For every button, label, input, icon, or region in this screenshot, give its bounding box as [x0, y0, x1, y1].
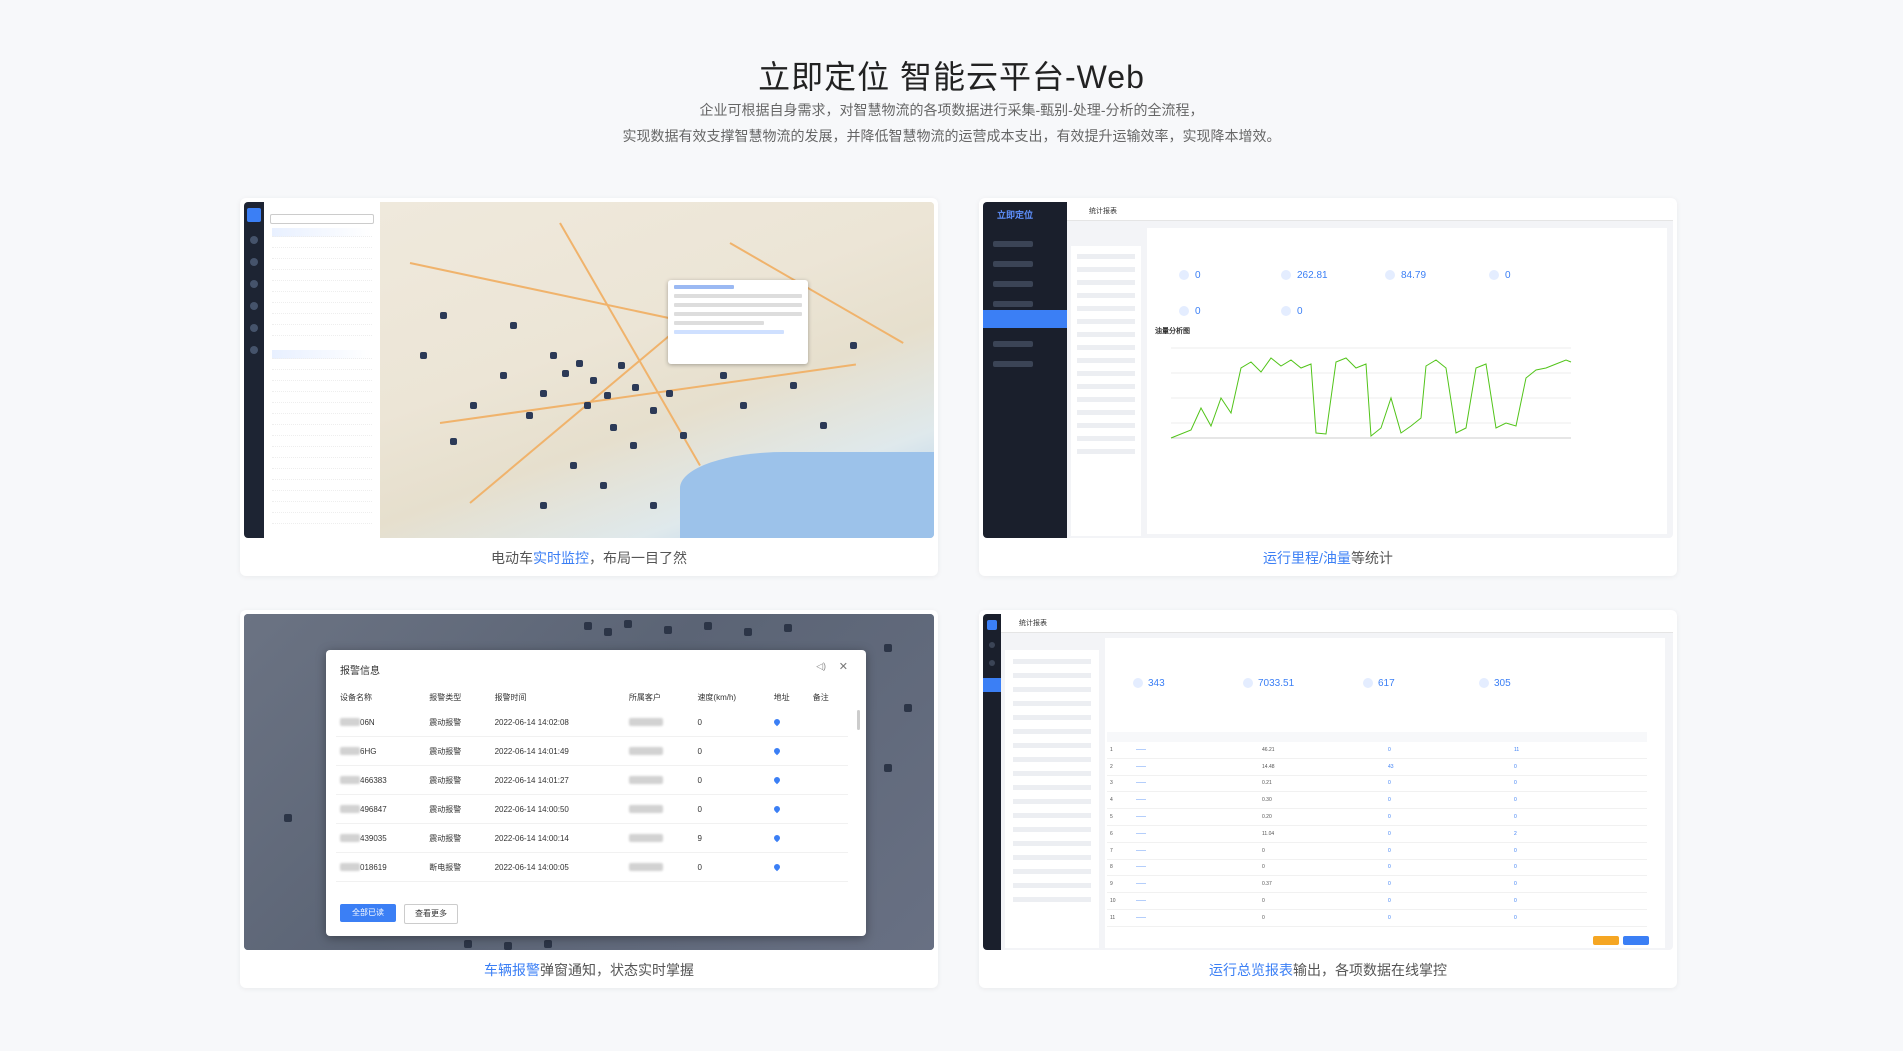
- card-caption: 电动车实时监控，布局一目了然: [491, 550, 687, 566]
- top-bar-title: 统计报表: [1019, 620, 1047, 627]
- location-pin-icon[interactable]: [772, 746, 781, 755]
- page-title: 立即定位 智能云平台-Web: [758, 59, 1145, 95]
- feature-card-overview-report[interactable]: 统计报表 343 7033.51 617 305 1 —— 46.21 0 11 2 ——…: [979, 610, 1677, 988]
- kpi-value: 617: [1363, 678, 1395, 689]
- table-row[interactable]: 5 —— 0.20 0 0: [1107, 808, 1647, 826]
- sidebar-item-active[interactable]: [983, 310, 1067, 328]
- table-row[interactable]: 6HG 震动报警 2022-06-14 14:01:49 0: [336, 736, 848, 766]
- sound-icon[interactable]: ◁): [816, 661, 826, 672]
- location-pin-icon[interactable]: [772, 862, 781, 871]
- location-pin-icon[interactable]: [772, 804, 781, 813]
- kpi-value: 0: [1179, 306, 1201, 317]
- mark-all-read-button[interactable]: 全部已读: [340, 904, 396, 922]
- app-logo-icon: [987, 620, 997, 630]
- kpi-value: 0: [1489, 270, 1511, 281]
- screenshot-alarm-popup: 报警信息 ◁) ✕ 设备名称 报警类型 报警时间 所属客户 速度(km/h) 地…: [244, 614, 934, 950]
- device-search-input: [270, 214, 374, 224]
- card-caption: 车辆报警弹窗通知，状态实时掌握: [484, 962, 694, 978]
- table-row[interactable]: 496847 震动报警 2022-06-14 14:00:50 0: [336, 794, 848, 824]
- column-header: 备注: [812, 692, 829, 702]
- table-row[interactable]: 4 —— 0.30 0 0: [1107, 791, 1647, 810]
- feature-card-realtime-monitor[interactable]: 电动车实时监控，布局一目了然: [240, 198, 938, 576]
- top-bar-title: 统计报表: [1089, 208, 1117, 215]
- kpi-value: 343: [1133, 678, 1165, 689]
- subtitle-line-2: 实现数据有效支撑智慧物流的发展，并降低智慧物流的运营成本支出，有效提升运输效率，…: [622, 128, 1281, 144]
- table-row[interactable]: 9 —— 0.37 0 0: [1107, 875, 1647, 894]
- screenshot-map-monitor: [244, 202, 934, 538]
- report-menu: [1071, 246, 1141, 536]
- app-logo-icon: [247, 208, 261, 222]
- table-row[interactable]: 6 —— 11.04 0 2: [1107, 825, 1647, 843]
- feature-card-mileage-fuel[interactable]: 立即定位 统计报表 0 262.81 84.79 0 0 0 油量分析图 运行里…: [979, 198, 1677, 576]
- column-header: 速度(km/h): [697, 692, 737, 702]
- scrollbar[interactable]: [857, 710, 860, 730]
- column-header: 报警类型: [429, 692, 462, 702]
- export-button[interactable]: [1593, 936, 1619, 945]
- report-menu: [1005, 650, 1099, 948]
- brand-logo: 立即定位: [997, 210, 1034, 220]
- table-row[interactable]: 7 —— 0 0 0: [1107, 842, 1647, 860]
- kpi-value: 84.79: [1385, 270, 1426, 281]
- table-row[interactable]: 439035 震动报警 2022-06-14 14:00:14 9: [336, 823, 848, 853]
- alarm-table: 设备名称 报警类型 报警时间 所属客户 速度(km/h) 地址 备注 06N 震…: [336, 686, 848, 882]
- screenshot-overview-report: 统计报表 343 7033.51 617 305 1 —— 46.21 0 11 2 ——…: [983, 614, 1673, 950]
- app-sidebar: [244, 202, 264, 538]
- table-row[interactable]: 11 —— 0 0 0: [1107, 909, 1647, 927]
- subtitle-line-1: 企业可根据自身需求，对智慧物流的各项数据进行采集-甄别-处理-分析的全流程，: [699, 102, 1204, 118]
- feature-card-vehicle-alarm[interactable]: 报警信息 ◁) ✕ 设备名称 报警类型 报警时间 所属客户 速度(km/h) 地…: [240, 610, 938, 988]
- table-row[interactable]: 10 —— 0 0 0: [1107, 892, 1647, 910]
- card-caption: 运行里程/油量等统计: [1263, 550, 1393, 566]
- card-caption: 运行总览报表输出，各项数据在线掌控: [1209, 962, 1447, 978]
- app-sidebar: [983, 614, 1001, 950]
- app-sidebar: 立即定位: [983, 202, 1067, 538]
- chart-title: 油量分析图: [1155, 328, 1190, 335]
- report-table: 1 —— 46.21 0 11 2 —— 14.48 43 0 3 —— 0.21 0 0 4 —— 0.3…: [1107, 732, 1647, 927]
- location-pin-icon[interactable]: [772, 717, 781, 726]
- table-row[interactable]: 1 —— 46.21 0 11: [1107, 742, 1647, 759]
- column-header: 报警时间: [494, 692, 527, 702]
- device-tree-panel: [264, 202, 381, 538]
- top-bar: 统计报表: [1001, 614, 1673, 633]
- location-pin-icon[interactable]: [772, 775, 781, 784]
- fuel-line-chart: [1170, 347, 1572, 439]
- location-pin-icon[interactable]: [772, 833, 781, 842]
- screenshot-statistics: 立即定位 统计报表 0 262.81 84.79 0 0 0 油量分析图: [983, 202, 1673, 538]
- sidebar-item-active[interactable]: [983, 678, 1001, 692]
- table-row[interactable]: 8 —— 0 0 0: [1107, 859, 1647, 877]
- column-header: 地址: [773, 692, 790, 702]
- table-row[interactable]: 466383 震动报警 2022-06-14 14:01:27 0: [336, 765, 848, 795]
- table-row[interactable]: 2 —— 14.48 43 0: [1107, 758, 1647, 776]
- alarm-dialog-title: 报警信息: [340, 666, 380, 677]
- kpi-value: 262.81: [1281, 270, 1328, 281]
- column-header: 设备名称: [340, 692, 372, 702]
- kpi-value: 0: [1281, 306, 1303, 317]
- kpi-value: 305: [1479, 678, 1511, 689]
- column-header: 所属客户: [628, 692, 661, 702]
- top-bar: 统计报表: [1067, 202, 1673, 221]
- kpi-value: 0: [1179, 270, 1201, 281]
- vehicle-info-popup: [668, 280, 808, 364]
- download-button[interactable]: [1623, 936, 1649, 945]
- alarm-dialog: 报警信息 ◁) ✕ 设备名称 报警类型 报警时间 所属客户 速度(km/h) 地…: [326, 650, 866, 936]
- vehicle-map: [380, 202, 934, 538]
- sea-area: [680, 452, 934, 538]
- table-row[interactable]: 3 —— 0.21 0 0: [1107, 775, 1647, 793]
- close-icon[interactable]: ✕: [839, 660, 848, 673]
- view-more-button[interactable]: 查看更多: [404, 904, 458, 924]
- kpi-value: 7033.51: [1243, 678, 1294, 689]
- table-row[interactable]: 018619 断电报警 2022-06-14 14:00:05 0: [336, 852, 848, 882]
- table-row[interactable]: 06N 震动报警 2022-06-14 14:02:08 0: [336, 708, 848, 737]
